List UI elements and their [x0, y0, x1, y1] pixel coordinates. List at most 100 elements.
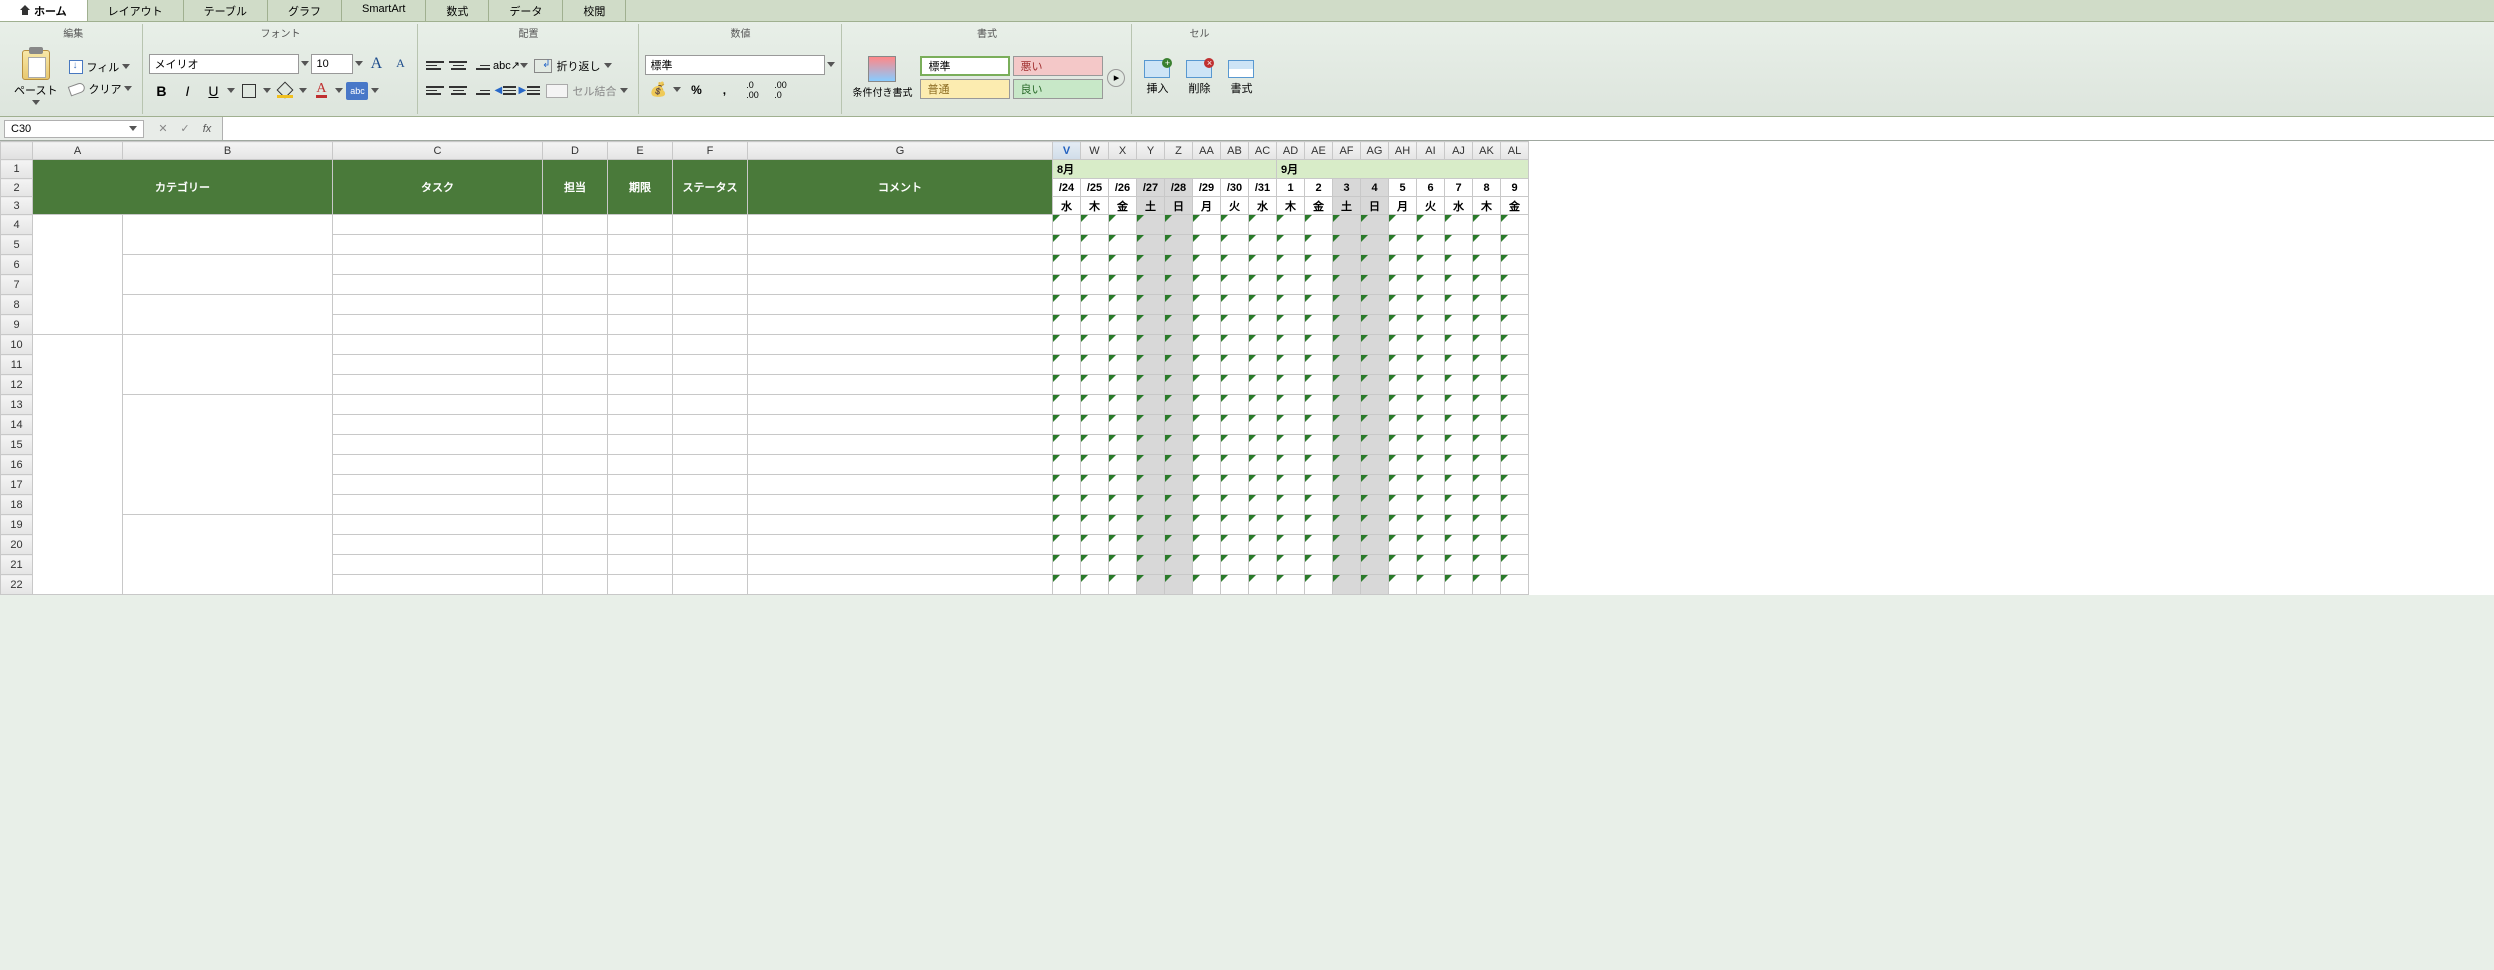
gantt-cell[interactable] [1389, 375, 1417, 395]
gantt-cell[interactable] [1081, 255, 1109, 275]
cell[interactable] [673, 355, 748, 375]
gantt-cell[interactable] [1501, 495, 1529, 515]
gantt-cell[interactable] [1109, 215, 1137, 235]
gantt-cell[interactable] [1249, 215, 1277, 235]
gantt-cell[interactable] [1137, 515, 1165, 535]
category-cell[interactable] [33, 335, 123, 595]
gantt-cell[interactable] [1361, 495, 1389, 515]
chevron-down-icon[interactable] [673, 87, 681, 92]
ribbon-tab-0[interactable]: ホーム [0, 0, 88, 21]
column-header[interactable]: C [333, 142, 543, 160]
column-header[interactable]: Z [1165, 142, 1193, 160]
gantt-cell[interactable] [1193, 355, 1221, 375]
gantt-cell[interactable] [1053, 435, 1081, 455]
gantt-cell[interactable] [1137, 235, 1165, 255]
border-button[interactable] [237, 79, 261, 103]
gantt-cell[interactable] [1417, 355, 1445, 375]
gantt-cell[interactable] [1109, 515, 1137, 535]
gantt-cell[interactable] [1501, 215, 1529, 235]
gantt-cell[interactable] [1193, 255, 1221, 275]
cancel-formula-button[interactable]: ✕ [154, 120, 172, 138]
gantt-cell[interactable] [1501, 395, 1529, 415]
font-name-select[interactable] [149, 54, 299, 74]
gantt-cell[interactable] [1053, 475, 1081, 495]
gantt-cell[interactable] [1277, 415, 1305, 435]
gantt-cell[interactable] [1473, 275, 1501, 295]
currency-button[interactable] [645, 79, 671, 101]
cell[interactable] [748, 555, 1053, 575]
column-header[interactable]: B [123, 142, 333, 160]
cell[interactable] [333, 395, 543, 415]
gantt-cell[interactable] [1445, 415, 1473, 435]
gantt-cell[interactable] [1389, 435, 1417, 455]
gantt-cell[interactable] [1305, 535, 1333, 555]
column-header[interactable]: A [33, 142, 123, 160]
cell[interactable] [333, 455, 543, 475]
cell[interactable] [673, 375, 748, 395]
gantt-cell[interactable] [1501, 355, 1529, 375]
gantt-cell[interactable] [1221, 555, 1249, 575]
gantt-cell[interactable] [1137, 315, 1165, 335]
wrap-text-button[interactable]: 折り返し [530, 56, 616, 76]
underline-button[interactable]: U [201, 79, 225, 103]
column-header[interactable]: V [1053, 142, 1081, 160]
cell[interactable] [543, 535, 608, 555]
gantt-cell[interactable] [1137, 355, 1165, 375]
gantt-cell[interactable] [1221, 295, 1249, 315]
cell[interactable] [608, 415, 673, 435]
gantt-cell[interactable] [1109, 475, 1137, 495]
number-format-select[interactable] [645, 55, 825, 75]
gantt-cell[interactable] [1109, 535, 1137, 555]
gantt-cell[interactable] [1389, 515, 1417, 535]
gantt-cell[interactable] [1333, 355, 1361, 375]
gantt-cell[interactable] [1445, 275, 1473, 295]
gantt-cell[interactable] [1389, 295, 1417, 315]
gantt-cell[interactable] [1305, 515, 1333, 535]
gantt-cell[interactable] [1249, 255, 1277, 275]
gantt-cell[interactable] [1249, 475, 1277, 495]
gantt-cell[interactable] [1333, 535, 1361, 555]
gantt-cell[interactable] [1137, 415, 1165, 435]
style-bad[interactable]: 悪い [1013, 56, 1103, 76]
gantt-cell[interactable] [1193, 375, 1221, 395]
gantt-cell[interactable] [1081, 435, 1109, 455]
cell[interactable] [748, 375, 1053, 395]
formula-input[interactable] [222, 117, 2494, 140]
cell[interactable] [748, 535, 1053, 555]
gantt-cell[interactable] [1193, 395, 1221, 415]
gantt-cell[interactable] [1361, 575, 1389, 595]
fx-button[interactable]: fx [198, 120, 216, 138]
gantt-cell[interactable] [1389, 395, 1417, 415]
gantt-cell[interactable] [1081, 235, 1109, 255]
cell[interactable] [333, 335, 543, 355]
cell[interactable] [748, 475, 1053, 495]
gantt-cell[interactable] [1053, 455, 1081, 475]
gantt-cell[interactable] [1417, 475, 1445, 495]
align-top-right-button[interactable] [470, 57, 492, 75]
gantt-cell[interactable] [1305, 415, 1333, 435]
cell[interactable] [748, 395, 1053, 415]
gantt-cell[interactable] [1249, 355, 1277, 375]
cell[interactable] [748, 455, 1053, 475]
gantt-cell[interactable] [1165, 515, 1193, 535]
gantt-cell[interactable] [1473, 495, 1501, 515]
gantt-cell[interactable] [1221, 455, 1249, 475]
format-cells-button[interactable]: 書式 [1222, 58, 1260, 98]
gantt-cell[interactable] [1473, 355, 1501, 375]
cell[interactable] [748, 515, 1053, 535]
gantt-cell[interactable] [1277, 295, 1305, 315]
gantt-cell[interactable] [1501, 555, 1529, 575]
gantt-cell[interactable] [1501, 275, 1529, 295]
gantt-cell[interactable] [1305, 375, 1333, 395]
gantt-cell[interactable] [1193, 315, 1221, 335]
cell[interactable] [608, 235, 673, 255]
cell[interactable] [543, 355, 608, 375]
cell[interactable] [673, 495, 748, 515]
cell[interactable] [543, 255, 608, 275]
cell[interactable] [608, 515, 673, 535]
cell[interactable] [608, 535, 673, 555]
gantt-cell[interactable] [1137, 455, 1165, 475]
gantt-cell[interactable] [1445, 315, 1473, 335]
gantt-cell[interactable] [1445, 335, 1473, 355]
gantt-cell[interactable] [1249, 235, 1277, 255]
